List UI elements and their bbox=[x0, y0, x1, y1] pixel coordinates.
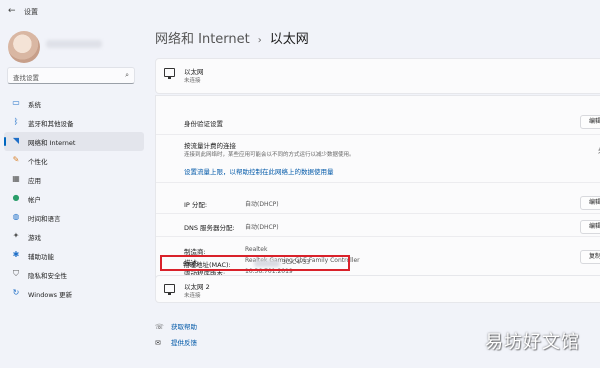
sidebar-item-privacy[interactable]: ⛉ 隐私和安全性 bbox=[4, 265, 144, 284]
manufacturer-value: Realtek bbox=[245, 246, 268, 253]
brush-icon: ✎ bbox=[12, 155, 20, 164]
wifi-icon: ◥ bbox=[12, 136, 20, 145]
sidebar-item-gaming[interactable]: ✦ 游戏 bbox=[4, 227, 144, 246]
gamepad-icon: ✦ bbox=[12, 231, 20, 240]
get-help-link[interactable]: ☏ 获取帮助 bbox=[155, 321, 197, 331]
apps-icon: ▦ bbox=[12, 174, 20, 183]
ethernet-icon bbox=[164, 284, 175, 295]
sidebar-item-label: 游戏 bbox=[28, 234, 41, 242]
breadcrumb-separator: › bbox=[257, 35, 262, 46]
sidebar-item-label: 个性化 bbox=[28, 158, 48, 166]
copy-button[interactable]: 复制 bbox=[580, 250, 600, 264]
feedback-label: 提供反馈 bbox=[171, 339, 197, 347]
sidebar-item-label: 应用 bbox=[28, 177, 41, 185]
dns-assignment-value: 自动(DHCP) bbox=[245, 224, 279, 231]
metered-connection-label: 按流量计费的连接 bbox=[184, 142, 236, 150]
divider bbox=[156, 213, 600, 214]
metered-connection-desc: 连接到此网络时，某些应用可能会以不同的方式运行以减少数据使用。 bbox=[184, 152, 355, 158]
update-icon: ↻ bbox=[12, 288, 20, 297]
sidebar-item-network[interactable]: ◥ 网络和 Internet bbox=[4, 132, 144, 151]
ip-assignment-label: IP 分配: bbox=[184, 201, 208, 209]
divider bbox=[156, 236, 600, 237]
sidebar-item-label: 隐私和安全性 bbox=[28, 272, 67, 280]
ethernet-card[interactable]: 以太网 未连接 bbox=[155, 58, 600, 94]
ethernet-status: 未连接 bbox=[184, 78, 201, 84]
search-icon[interactable]: ⌕ bbox=[125, 71, 129, 80]
dns-edit-button[interactable]: 编辑 bbox=[580, 220, 600, 234]
watermark: 易坊好文馆 bbox=[485, 332, 580, 353]
dns-assignment-label: DNS 服务器分配: bbox=[184, 224, 235, 232]
ethernet-name: 以太网 bbox=[184, 68, 204, 76]
username-redacted bbox=[46, 40, 102, 48]
sidebar-item-personalization[interactable]: ✎ 个性化 bbox=[4, 151, 144, 170]
sidebar-item-label: 帐户 bbox=[28, 196, 41, 204]
globe-icon: ◍ bbox=[12, 212, 20, 221]
sidebar-item-label: 蓝牙和其他设备 bbox=[28, 120, 74, 128]
page-title: 以太网 bbox=[269, 32, 309, 47]
divider bbox=[156, 134, 600, 135]
data-limit-link[interactable]: 设置流量上限，以帮助控制在此网络上的数据使用量 bbox=[184, 166, 334, 176]
mac-highlight-box bbox=[160, 255, 350, 271]
get-help-label: 获取帮助 bbox=[171, 323, 197, 331]
sidebar-item-label: 网络和 Internet bbox=[28, 139, 76, 147]
sidebar-item-windows-update[interactable]: ↻ Windows 更新 bbox=[4, 284, 144, 303]
app-title: 设置 bbox=[24, 8, 38, 16]
sidebar-item-label: 时间和语言 bbox=[28, 215, 61, 223]
ethernet-2-card[interactable]: 以太网 2 未连接 bbox=[155, 275, 600, 303]
feedback-link[interactable]: ✉ 提供反馈 bbox=[155, 337, 197, 347]
search-input[interactable]: 查找设置 ⌕ bbox=[7, 67, 135, 84]
monitor-icon: ▭ bbox=[12, 98, 20, 107]
title-bar: ← 设置 bbox=[0, 0, 600, 24]
sidebar-item-apps[interactable]: ▦ 应用 bbox=[4, 170, 144, 189]
sidebar-item-accounts[interactable]: ● 帐户 bbox=[4, 189, 144, 208]
sidebar-item-bluetooth[interactable]: ᛒ 蓝牙和其他设备 bbox=[4, 113, 144, 132]
bluetooth-icon: ᛒ bbox=[13, 117, 19, 126]
divider bbox=[156, 182, 600, 183]
ethernet-status: 未连接 bbox=[184, 293, 201, 299]
search-placeholder: 查找设置 bbox=[13, 74, 39, 82]
ethernet-name: 以太网 2 bbox=[184, 283, 210, 291]
avatar[interactable] bbox=[8, 31, 40, 63]
ip-assignment-value: 自动(DHCP) bbox=[245, 201, 279, 208]
sidebar-item-label: Windows 更新 bbox=[28, 291, 73, 299]
shield-icon: ⛉ bbox=[13, 269, 19, 278]
breadcrumb-parent[interactable]: 网络和 Internet bbox=[155, 32, 250, 47]
sidebar-item-accessibility[interactable]: ✱ 辅助功能 bbox=[4, 246, 144, 265]
feedback-icon: ✉ bbox=[155, 339, 161, 347]
sidebar-item-system[interactable]: ▭ 系统 bbox=[4, 94, 144, 113]
back-arrow-icon[interactable]: ← bbox=[8, 6, 16, 16]
main-content: 网络和 Internet › 以太网 以太网 未连接 身份验证设置 编辑 按流量计费… bbox=[148, 24, 600, 368]
sidebar-item-time-language[interactable]: ◍ 时间和语言 bbox=[4, 208, 144, 227]
sidebar: 查找设置 ⌕ ▭ 系统 ᛒ 蓝牙和其他设备 ◥ 网络和 Internet ✎ 个… bbox=[0, 24, 148, 368]
ethernet-icon bbox=[164, 68, 175, 79]
account-icon: ● bbox=[12, 193, 20, 202]
ip-edit-button[interactable]: 编辑 bbox=[580, 196, 600, 210]
breadcrumb: 网络和 Internet › 以太网 bbox=[155, 28, 309, 47]
auth-settings-label: 身份验证设置 bbox=[184, 120, 223, 128]
help-icon: ☏ bbox=[155, 323, 164, 331]
auth-edit-button[interactable]: 编辑 bbox=[580, 115, 600, 129]
sidebar-nav: ▭ 系统 ᛒ 蓝牙和其他设备 ◥ 网络和 Internet ✎ 个性化 ▦ 应用… bbox=[4, 94, 144, 303]
sidebar-item-label: 系统 bbox=[28, 101, 41, 109]
accessibility-icon: ✱ bbox=[12, 250, 20, 259]
sidebar-item-label: 辅助功能 bbox=[28, 253, 54, 261]
